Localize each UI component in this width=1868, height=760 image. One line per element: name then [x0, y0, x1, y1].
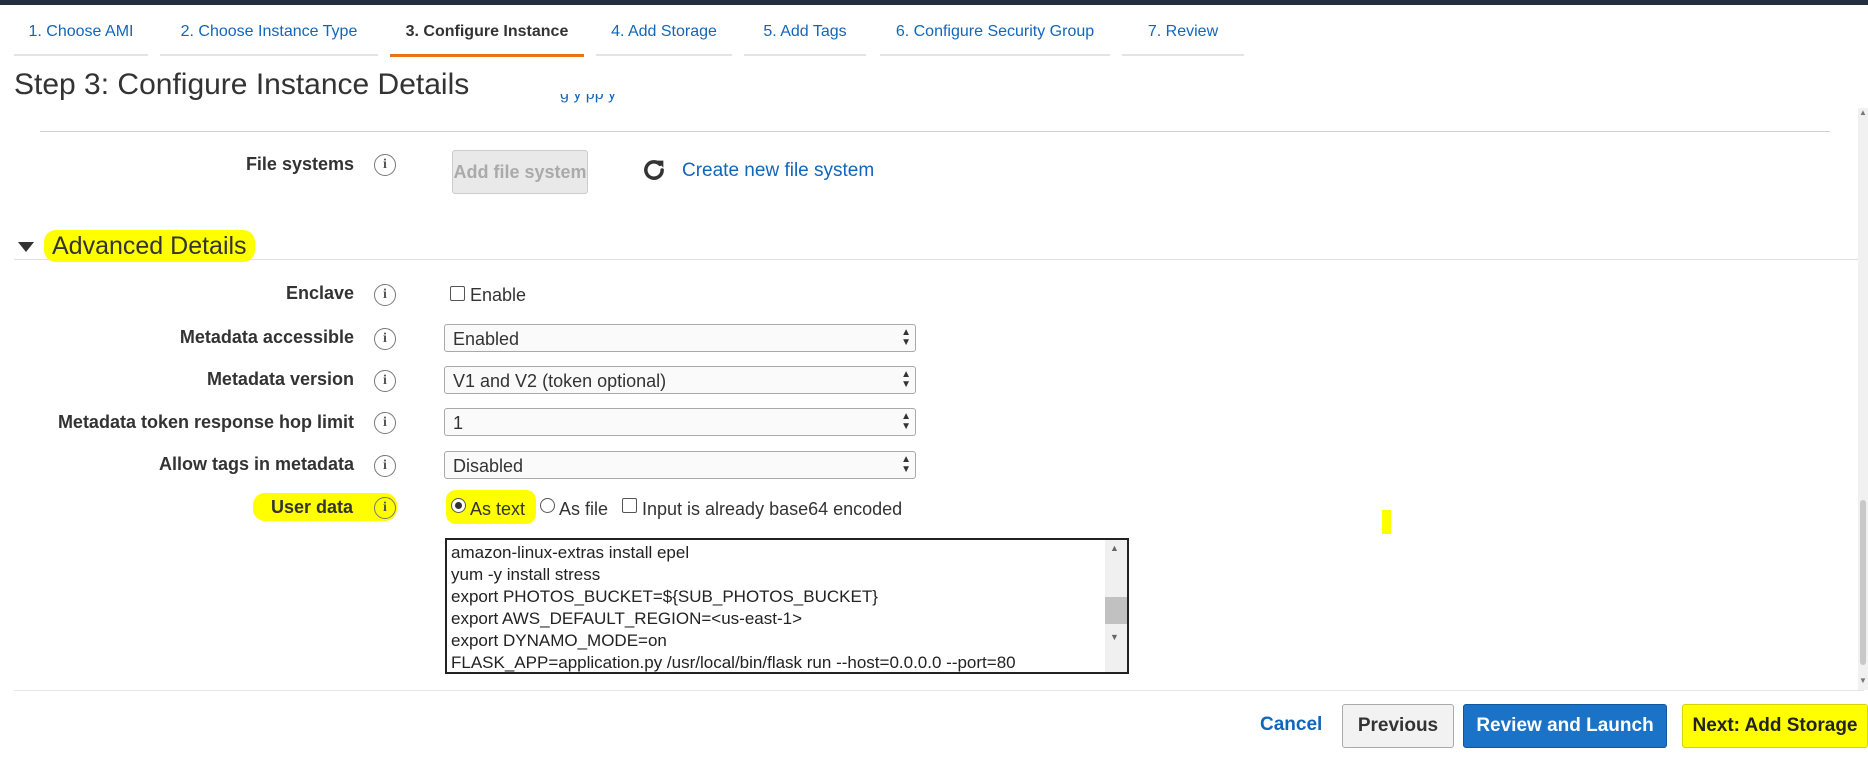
user-data-line: FLASK_APP=application.py /usr/local/bin/…: [451, 653, 1016, 672]
metadata-accessible-select[interactable]: Enabled ▲ ▼: [444, 324, 916, 352]
tab-configure-instance[interactable]: 3. Configure Instance: [390, 14, 584, 57]
hop-limit-value: 1: [453, 413, 464, 433]
tab-choose-ami[interactable]: 1. Choose AMI: [14, 14, 148, 56]
divider: [40, 131, 1830, 132]
user-data-line: export DYNAMO_MODE=on: [451, 631, 667, 650]
metadata-version-value: V1 and V2 (token optional): [453, 371, 667, 391]
cancel-link[interactable]: Cancel: [1260, 714, 1322, 736]
textarea-scroll-thumb[interactable]: [1105, 597, 1127, 624]
hop-limit-select[interactable]: 1 ▲ ▼: [444, 408, 916, 436]
user-data-textarea[interactable]: amazon-linux-extras install epel yum -y …: [445, 538, 1129, 674]
scroll-down-icon[interactable]: ▼: [1110, 632, 1119, 642]
file-systems-label: File systems: [245, 154, 354, 174]
as-text-radio[interactable]: [451, 498, 466, 513]
enclave-label: Enclave: [285, 283, 354, 303]
allow-tags-value: Disabled: [453, 456, 524, 476]
advanced-details-title: Advanced Details: [44, 230, 255, 262]
as-file-radio[interactable]: [540, 498, 555, 513]
select-arrows-icon: ▲ ▼: [901, 327, 911, 348]
metadata-accessible-value: Enabled: [453, 329, 520, 349]
info-icon[interactable]: i: [374, 284, 396, 306]
scroll-up-icon[interactable]: ▲: [1858, 108, 1868, 120]
base64-checkbox[interactable]: [622, 498, 637, 513]
tab-add-tags[interactable]: 5. Add Tags: [744, 14, 866, 56]
user-data-line: export PHOTOS_BUCKET=${SUB_PHOTOS_BUCKET…: [451, 587, 878, 606]
enclave-checkbox-label: Enable: [470, 285, 527, 305]
select-arrows-icon: ▲ ▼: [901, 411, 911, 432]
refresh-icon[interactable]: [640, 156, 668, 184]
page-scroll-thumb[interactable]: [1860, 500, 1866, 665]
as-file-label: As file: [559, 499, 609, 519]
hop-limit-label: Metadata token response hop limit: [57, 412, 354, 432]
clipped-text: g y pp y: [560, 94, 617, 103]
enclave-checkbox[interactable]: [450, 286, 465, 301]
allow-tags-label: Allow tags in metadata: [158, 454, 354, 474]
user-data-line: yum -y install stress: [451, 565, 601, 584]
metadata-version-label: Metadata version: [206, 369, 354, 389]
review-and-launch-button[interactable]: Review and Launch: [1463, 704, 1667, 748]
highlight-mark: [1382, 510, 1391, 534]
divider: [14, 259, 1864, 260]
page-title: Step 3: Configure Instance Details: [14, 68, 470, 101]
metadata-accessible-label: Metadata accessible: [179, 327, 354, 347]
user-data-line: export AWS_DEFAULT_REGION=<us-east-1>: [451, 609, 802, 628]
scroll-down-icon[interactable]: ▼: [1858, 676, 1868, 688]
metadata-version-select[interactable]: V1 and V2 (token optional) ▲ ▼: [444, 366, 916, 394]
top-bar: [0, 0, 1868, 5]
base64-label: Input is already base64 encoded: [642, 499, 903, 519]
tab-choose-instance-type[interactable]: 2. Choose Instance Type: [160, 14, 378, 56]
select-arrows-icon: ▲ ▼: [901, 369, 911, 390]
tab-review[interactable]: 7. Review: [1122, 14, 1244, 56]
info-icon[interactable]: i: [374, 328, 396, 350]
user-data-line: amazon-linux-extras install epel: [451, 543, 690, 562]
info-icon[interactable]: i: [374, 154, 396, 176]
allow-tags-select[interactable]: Disabled ▲ ▼: [444, 451, 916, 479]
tab-configure-security-group[interactable]: 6. Configure Security Group: [880, 14, 1110, 56]
advanced-details-header[interactable]: Advanced Details: [18, 230, 255, 262]
scroll-up-icon[interactable]: ▲: [1110, 543, 1119, 553]
info-icon[interactable]: i: [374, 455, 396, 477]
create-file-system-link[interactable]: Create new file system: [682, 160, 874, 182]
info-icon[interactable]: i: [374, 412, 396, 434]
previous-button[interactable]: Previous: [1342, 704, 1454, 748]
info-icon[interactable]: i: [374, 497, 396, 519]
as-text-label: As text: [470, 499, 526, 519]
add-file-system-button[interactable]: Add file system: [452, 150, 588, 194]
next-add-storage-button[interactable]: Next: Add Storage: [1682, 704, 1868, 748]
divider: [14, 690, 1864, 691]
tab-add-storage[interactable]: 4. Add Storage: [596, 14, 732, 56]
info-icon[interactable]: i: [374, 370, 396, 392]
caret-down-icon: [18, 242, 34, 253]
select-arrows-icon: ▲ ▼: [901, 454, 911, 475]
